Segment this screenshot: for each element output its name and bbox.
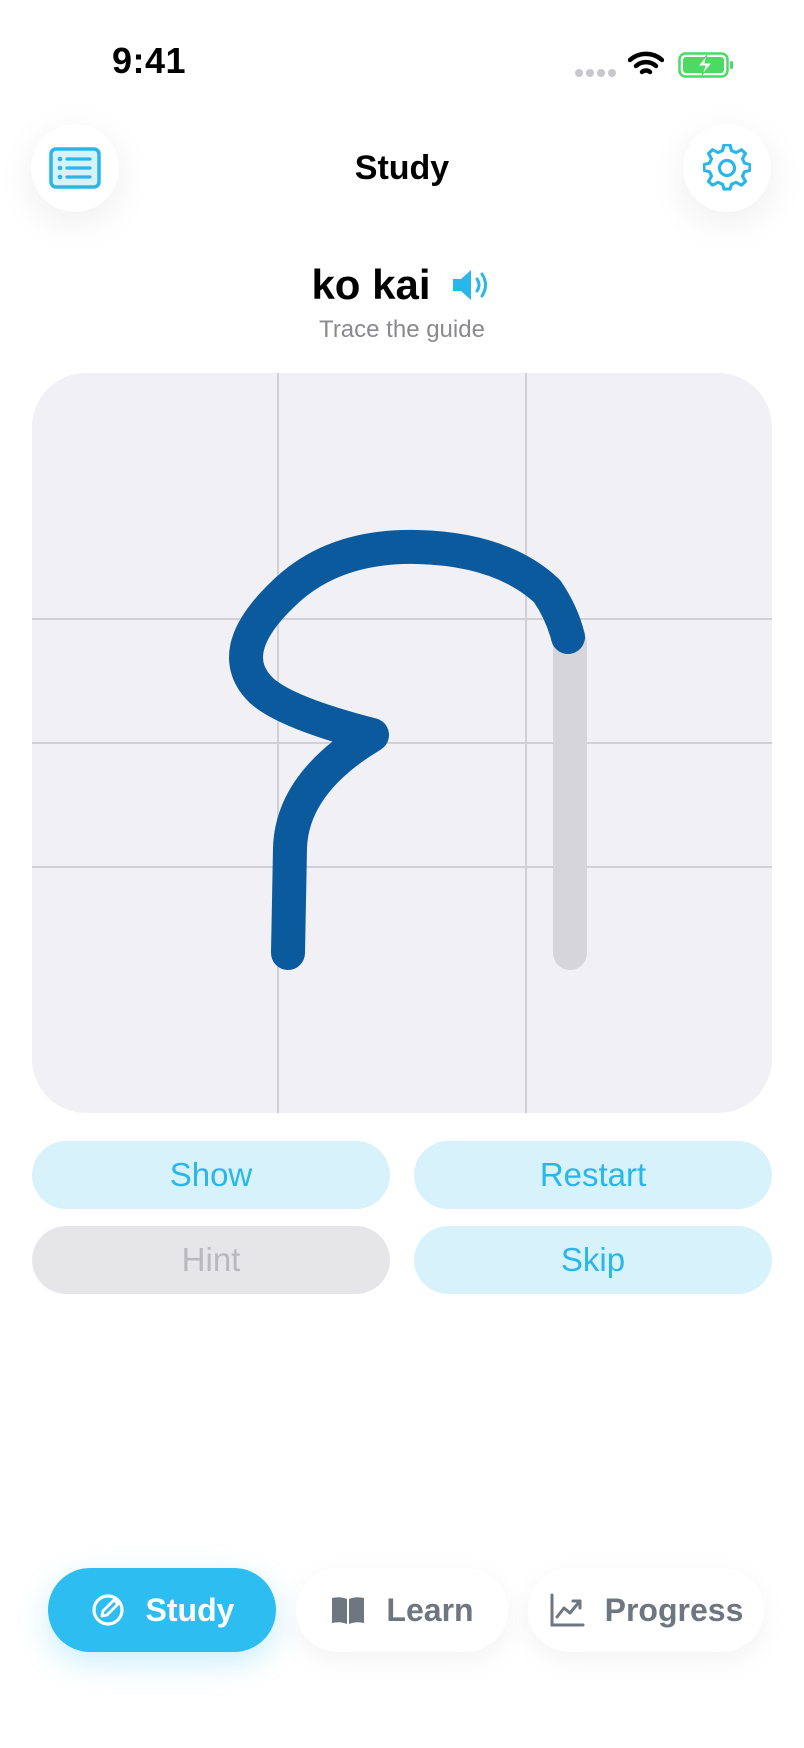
tab-study[interactable]: Study xyxy=(48,1568,276,1652)
chart-icon xyxy=(549,1592,585,1628)
wifi-icon xyxy=(628,51,664,75)
show-button[interactable]: Show xyxy=(32,1141,390,1209)
cellular-signal-icon xyxy=(575,69,616,77)
status-time: 9:41 xyxy=(112,40,187,81)
traced-stroke xyxy=(229,529,585,970)
status-bar: 9:41 xyxy=(0,0,804,130)
tracing-svg xyxy=(32,373,772,1113)
tab-learn[interactable]: Learn xyxy=(296,1568,508,1652)
tracing-canvas[interactable] xyxy=(32,373,772,1113)
skip-button[interactable]: Skip xyxy=(414,1226,772,1294)
tab-bar: Study Learn Progress xyxy=(40,1560,764,1656)
tab-learn-label: Learn xyxy=(386,1591,474,1628)
word-heading: ko kai xyxy=(0,258,804,312)
play-audio-button[interactable] xyxy=(451,267,493,303)
settings-button[interactable] xyxy=(683,124,771,212)
instruction-text: Trace the guide xyxy=(319,316,485,343)
hint-button[interactable]: Hint xyxy=(32,1226,390,1294)
tab-progress[interactable]: Progress xyxy=(528,1568,764,1652)
tab-study-label: Study xyxy=(145,1591,235,1628)
character-name: ko kai xyxy=(311,261,431,308)
tab-progress-label: Progress xyxy=(604,1591,744,1628)
battery-charging-icon xyxy=(678,52,733,78)
pencil-circle-icon xyxy=(90,1592,126,1628)
restart-button[interactable]: Restart xyxy=(414,1141,772,1209)
speaker-icon xyxy=(452,270,487,300)
gear-icon xyxy=(703,144,751,191)
book-icon xyxy=(330,1592,366,1628)
